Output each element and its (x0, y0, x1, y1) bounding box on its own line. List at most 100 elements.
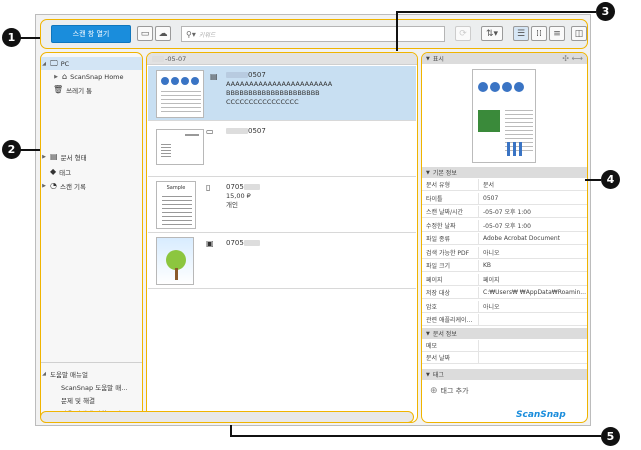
tree-item-pc[interactable]: ◢ 🖵 PC (41, 57, 142, 70)
property-value: 아니오 (478, 246, 587, 258)
date-group-header: -05-07 (147, 53, 417, 65)
home-icon: ⌂ (62, 72, 68, 81)
display-section-header[interactable]: ▼ 표시 ✣ ⟷ (422, 53, 587, 64)
sort-icon[interactable]: ⇅▾ (481, 26, 503, 41)
callout-line (20, 149, 40, 151)
callout-line (230, 435, 601, 437)
tree-label: 스캔 기록 (59, 182, 86, 191)
property-row: 저장 대상 C:₩Users₩ ₩AppData₩Roamin... (422, 287, 587, 299)
section-title: 태그 (432, 372, 444, 379)
properties-pane: ▼ 표시 ✣ ⟷ ▼ 기본 정보 문서 유형 문서타이틀 0507 스캔 날짜/시간 -… (421, 52, 588, 423)
property-row: 파일 종류 Adobe Acrobat Document (422, 233, 587, 245)
item-text-line: 개인 (226, 201, 238, 209)
document-thumbnail (156, 129, 204, 165)
date-label: -05-07 (165, 54, 187, 63)
property-key: 타이틀 (426, 195, 443, 203)
property-value: 0507 (478, 192, 587, 204)
property-key: 수정한 날짜 (426, 222, 456, 230)
computer-icon: 🖵 (50, 58, 58, 68)
callout-line (396, 11, 596, 13)
callout-line (230, 425, 232, 436)
list-item[interactable]: Sample ▯ 0705 15,00 ₽ 개인 (148, 177, 416, 233)
collapse-icon[interactable]: ◢ (41, 371, 47, 377)
list-item[interactable]: ▣ 0705 (148, 233, 416, 289)
scansnap-home-window: 스캔 창 열기 ▭ ☁ ⚲▾ 키워드 ⟳ ⇅▾ ☰ ⁞⁞ ≡ ◫ ◢ 🖵 PC … (35, 14, 591, 426)
redacted (226, 72, 248, 78)
document-info-section-header[interactable]: ▼ 문서 정보 (422, 328, 587, 339)
property-row: 관련 애플리케이… (422, 314, 587, 326)
memo-field[interactable] (478, 340, 587, 351)
search-input[interactable]: ⚲▾ 키워드 (181, 26, 445, 42)
basic-info-section-header[interactable]: ▼ 기본 정보 (422, 167, 587, 178)
refresh-icon[interactable]: ⟳ (455, 26, 471, 41)
section-title: 문서 정보 (432, 331, 457, 338)
document-type-icon: ▤ (210, 72, 218, 81)
search-placeholder: 키워드 (198, 31, 216, 39)
redacted (243, 184, 260, 190)
detail-view-icon[interactable]: ≡ (549, 26, 565, 41)
tree-item-tag[interactable]: ◆ 태그 (41, 165, 142, 178)
item-text: 0705 (226, 239, 260, 248)
item-text: 0507 (226, 127, 266, 136)
property-row: 스캔 날짜/시간 -05-07 오후 1:00 (422, 206, 587, 218)
expand-icon[interactable]: ▶ (53, 74, 59, 80)
collapse-icon[interactable]: ◢ (41, 61, 47, 67)
item-text: 0705 15,00 ₽ 개인 (226, 183, 260, 210)
tree-label: PC (60, 59, 70, 68)
list-item[interactable]: ▭ 0507 (148, 121, 416, 177)
property-key: 저장 대상 (426, 290, 450, 297)
scansnap-logo: ScanSnap (516, 410, 566, 420)
expand-icon[interactable]: ▶ (41, 154, 47, 160)
search-icon: ⚲▾ (186, 29, 196, 39)
callout-line (20, 37, 40, 39)
add-tag-label: 태그 추가 (440, 387, 469, 395)
redacted (226, 128, 248, 134)
zoom-icon[interactable]: ✣ ⟷ (562, 54, 583, 63)
business-card-icon: ▭ (206, 127, 214, 136)
document-thumbnail (156, 70, 204, 118)
property-row: 암호 아니오 (422, 300, 587, 313)
property-key: 암호 (426, 303, 438, 311)
collapse-icon: ▼ (426, 371, 430, 378)
tag-section-header[interactable]: ▼ 태그 (422, 369, 587, 380)
panel-toggle-icon[interactable]: ◫ (571, 26, 587, 41)
list-view-icon[interactable]: ☰ (513, 26, 529, 41)
tree-item-trash[interactable]: 🗑 쓰레기 통 (41, 83, 142, 96)
tree-label: 태그 (59, 168, 72, 177)
property-row: 검색 가능한 PDF 아니오 (422, 246, 587, 259)
property-row: 문서 유형 문서 (422, 179, 587, 191)
property-key: 스캔 날짜/시간 (426, 209, 464, 216)
callout-1: 1 (2, 28, 21, 47)
help-link[interactable]: 문제 및 해결 (41, 393, 142, 406)
tree-item-scansnap-home[interactable]: ▶ ⌂ ScanSnap Home (41, 70, 142, 83)
property-row: 파일 크기 KB (422, 260, 587, 272)
property-row: 문서 날짜 (422, 352, 587, 364)
document-preview (472, 69, 536, 163)
document-list: -05-07 ▤ 0507 AAAAAAAAAAAAAAAAAAAAAAA BB… (146, 52, 418, 423)
tag-icon: ◆ (50, 167, 57, 176)
list-item[interactable]: ▤ 0507 AAAAAAAAAAAAAAAAAAAAAAA BBBBBBBBB… (148, 66, 416, 121)
thumbnail-view-icon[interactable]: ⁞⁞ (531, 26, 547, 41)
callout-line (585, 179, 601, 181)
tree-item-scan-history[interactable]: ▶ ◔ 스캔 기록 (41, 179, 142, 192)
open-scan-window-button[interactable]: 스캔 창 열기 (51, 25, 131, 43)
toolbar: 스캔 창 열기 ▭ ☁ ⚲▾ 키워드 ⟳ ⇅▾ ☰ ⁞⁞ ≡ ◫ (40, 19, 588, 49)
add-tag-button[interactable]: ⊕ 태그 추가 (430, 386, 469, 396)
tree-item-doc-type[interactable]: ▶ ▤ 문서 형태 (41, 150, 142, 163)
property-key: 관련 애플리케이… (426, 317, 473, 324)
item-title: 0507 (248, 71, 266, 79)
pc-view-icon[interactable]: ▭ (137, 26, 153, 41)
document-date-field[interactable] (478, 352, 587, 363)
item-text: 0507 AAAAAAAAAAAAAAAAAAAAAAA BBBBBBBBBBB… (226, 71, 332, 107)
callout-3: 3 (596, 2, 615, 21)
help-header[interactable]: ◢ 도움말 매뉴얼 (41, 367, 142, 380)
help-link[interactable]: ScanSnap 도움말 매… (41, 380, 142, 393)
property-value: 문서 (478, 179, 587, 190)
callout-2: 2 (2, 140, 21, 159)
property-row: 메모 (422, 340, 587, 352)
property-key: 메모 (426, 343, 438, 350)
property-value: 아니오 (478, 300, 587, 312)
cloud-view-icon[interactable]: ☁ (155, 26, 171, 41)
expand-icon[interactable]: ▶ (41, 183, 47, 189)
property-row: 페이지 페이지 (422, 273, 587, 286)
